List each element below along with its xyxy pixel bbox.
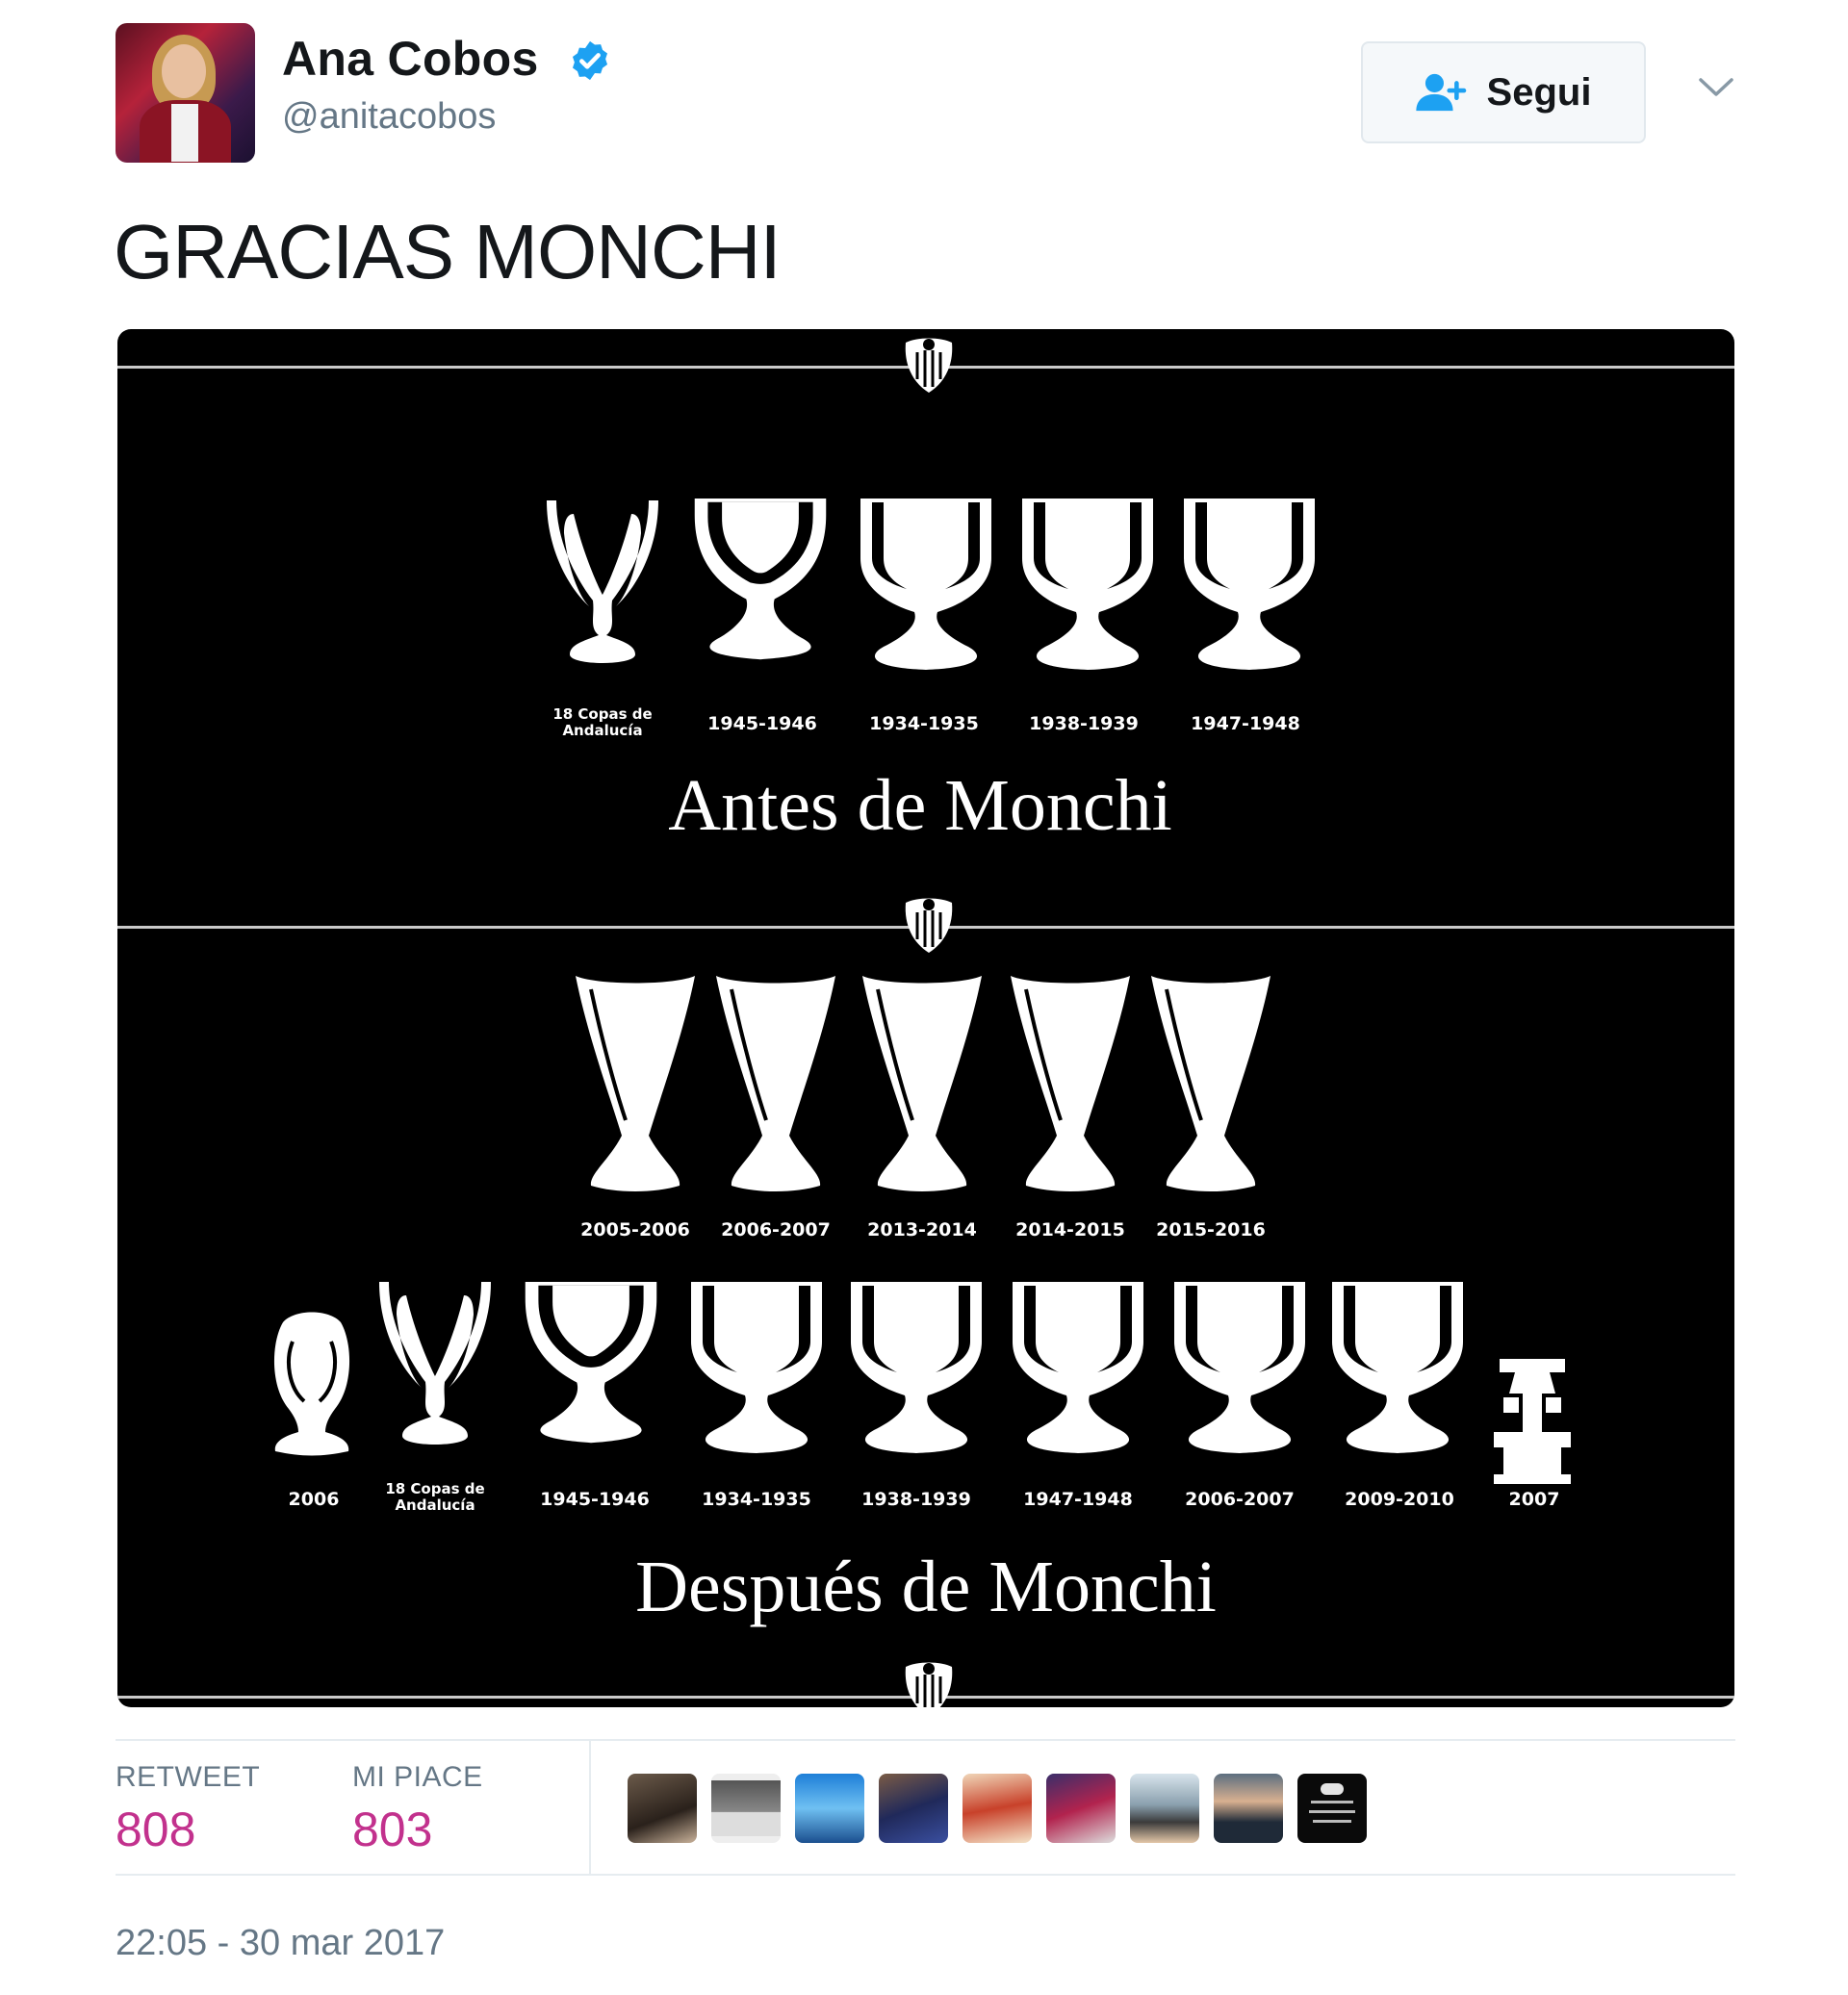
retweet-count[interactable]: 808	[116, 1802, 195, 1857]
trophy-uefa-5	[1149, 974, 1272, 1193]
trophy-label: 2009-2010	[1345, 1489, 1454, 1510]
trophy-copa-bottom-3	[1013, 1282, 1143, 1453]
trophy-label: Andalucía	[395, 1496, 475, 1514]
trophy-label: 1945-1946	[707, 713, 817, 734]
add-user-icon	[1415, 73, 1466, 112]
trophy-copa-top-2	[1022, 499, 1153, 670]
trophy-supercopa-espana	[1494, 1359, 1571, 1484]
author-avatar[interactable]	[116, 23, 255, 163]
trophy-graphic: 18 Copas de Andalucía 1945-1946 1934-193…	[117, 337, 1734, 1707]
text-line	[1313, 1820, 1351, 1823]
verified-badge-icon	[572, 40, 608, 81]
trophy-label: 2007	[1509, 1489, 1560, 1510]
tweet-timestamp[interactable]: 22:05 - 30 mar 2017	[116, 1923, 445, 1964]
avatar-shirt	[171, 104, 198, 162]
liker-avatar[interactable]	[711, 1774, 781, 1843]
follow-button-label: Segui	[1486, 70, 1592, 114]
trophy-copa-bottom-4	[1174, 1282, 1305, 1453]
chevron-down-icon[interactable]	[1697, 72, 1735, 101]
divider	[116, 1739, 1735, 1741]
uefa-label: 2015-2016	[1156, 1219, 1266, 1240]
trophy-liga-bottom	[525, 1282, 657, 1444]
liker-avatar[interactable]	[1297, 1774, 1367, 1843]
trophy-uefa-3	[860, 974, 984, 1193]
liker-avatar[interactable]	[1130, 1774, 1199, 1843]
trophy-label: 2006-2007	[1185, 1489, 1295, 1510]
uefa-label: 2013-2014	[867, 1219, 977, 1240]
caption-antes: Antes de Monchi	[668, 765, 1171, 846]
retweet-label: RETWEET	[116, 1761, 261, 1793]
crown-icon	[1321, 1783, 1344, 1795]
text-line	[1311, 1801, 1353, 1803]
trophy-andalucia-bottom	[379, 1282, 491, 1445]
sevilla-crest-icon-middle	[904, 897, 954, 955]
sevilla-crest-icon-bottom	[904, 1661, 954, 1707]
sevilla-crest-icon-top	[904, 337, 954, 395]
trophy-uefa-1	[574, 974, 697, 1193]
liker-avatar[interactable]	[1046, 1774, 1116, 1843]
trophy-label: 1938-1939	[861, 1489, 971, 1510]
trophy-label: 18 Copas de	[552, 705, 652, 723]
liker-avatar[interactable]	[795, 1774, 864, 1843]
trophy-copa-bottom-2	[851, 1282, 982, 1453]
liker-avatar[interactable]	[1214, 1774, 1283, 1843]
trophy-label: 1947-1948	[1023, 1489, 1133, 1510]
trophy-label: 1945-1946	[540, 1489, 650, 1510]
trophy-supercopa-europa	[271, 1310, 352, 1458]
caption-despues: Después de Monchi	[635, 1547, 1217, 1627]
text-line	[1309, 1810, 1355, 1813]
tweet-image[interactable]: 18 Copas de Andalucía 1945-1946 1934-193…	[117, 329, 1734, 1707]
uefa-label: 2014-2015	[1015, 1219, 1125, 1240]
trophy-copa-bottom-5	[1332, 1282, 1463, 1453]
trophy-andalucia-top	[547, 500, 658, 663]
follow-button[interactable]: Segui	[1361, 41, 1646, 143]
trophy-copa-top-3	[1184, 499, 1315, 670]
trophy-copa-top-1	[860, 499, 991, 670]
trophy-label: 18 Copas de	[385, 1480, 484, 1497]
liker-avatar[interactable]	[962, 1774, 1032, 1843]
trophy-label: Andalucía	[562, 722, 642, 739]
author-handle[interactable]: @anitacobos	[282, 96, 496, 138]
stats-separator	[589, 1741, 591, 1874]
divider	[116, 1874, 1735, 1876]
liker-avatar[interactable]	[628, 1774, 697, 1843]
uefa-label: 2005-2006	[580, 1219, 690, 1240]
uefa-label: 2006-2007	[721, 1219, 831, 1240]
trophy-label: 1934-1935	[869, 713, 979, 734]
trophy-liga-top	[694, 499, 827, 660]
trophy-label: 1934-1935	[702, 1489, 811, 1510]
trophy-label: 1938-1939	[1029, 713, 1139, 734]
trophy-copa-bottom-1	[691, 1282, 822, 1453]
like-label: MI PIACE	[352, 1761, 483, 1793]
trophy-label: 1947-1948	[1191, 713, 1300, 734]
trophy-label: 2006	[289, 1489, 340, 1510]
like-count[interactable]: 803	[352, 1802, 432, 1857]
trophy-uefa-2	[714, 974, 837, 1193]
trophy-uefa-4	[1009, 974, 1132, 1193]
avatar-face	[162, 44, 206, 98]
liker-avatar[interactable]	[879, 1774, 948, 1843]
tweet-text: GRACIAS MONCHI	[114, 209, 782, 294]
author-name[interactable]: Ana Cobos	[282, 31, 539, 87]
